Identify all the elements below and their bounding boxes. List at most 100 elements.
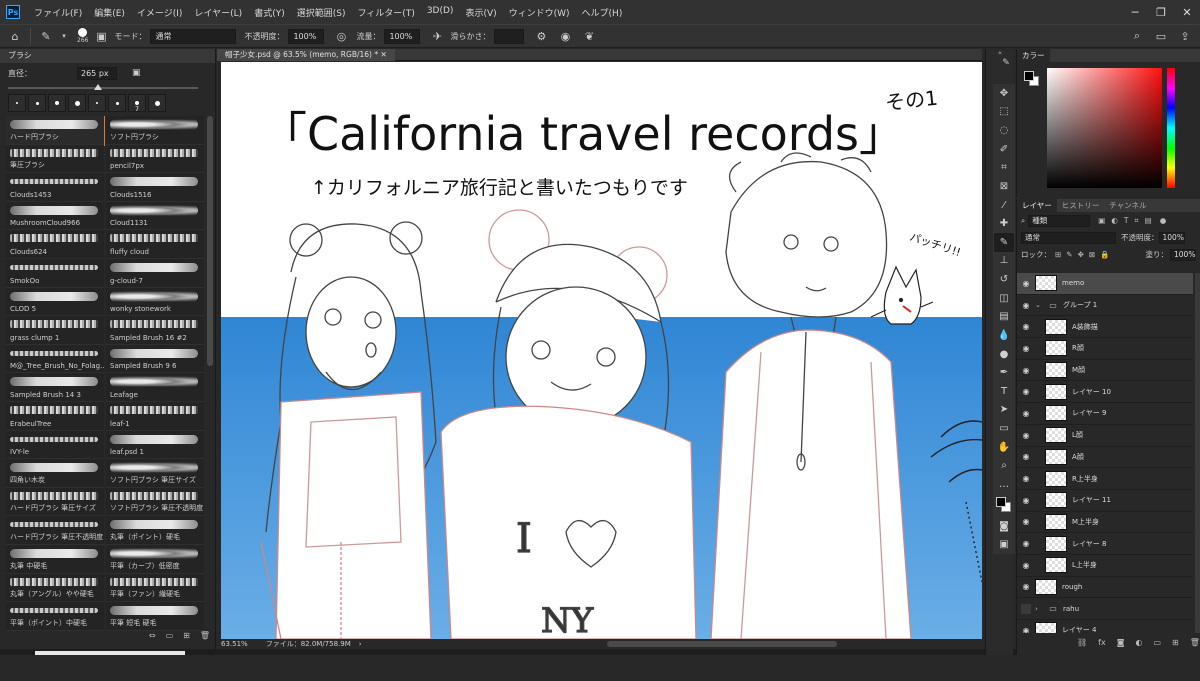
brush-tip-preset[interactable] <box>68 94 86 112</box>
minimize-icon[interactable]: ─ <box>1122 0 1148 24</box>
gradient-tool-icon[interactable]: ▤ <box>994 308 1014 327</box>
visibility-eye-icon[interactable]: ◉ <box>1017 301 1035 310</box>
layer-row[interactable]: ◉ A顔 <box>1017 447 1193 469</box>
layers-panel-tab[interactable]: ヒストリー <box>1057 200 1105 211</box>
hue-slider[interactable] <box>1167 68 1175 188</box>
brush-preset[interactable]: pencil7px <box>106 144 204 174</box>
menu-item[interactable]: イメージ(I) <box>131 6 189 19</box>
airbrush-icon[interactable]: ✈ <box>428 27 446 45</box>
visibility-eye-icon[interactable]: ◉ <box>1017 322 1035 331</box>
fill-field[interactable]: 100% <box>1170 248 1196 261</box>
fx-icon[interactable]: fx <box>1098 638 1106 647</box>
brush-size-slider[interactable] <box>8 84 198 90</box>
layer-list-scrollbar[interactable] <box>1195 273 1200 633</box>
layer-row[interactable]: ◉ A装飾描 <box>1017 316 1193 339</box>
layer-row[interactable]: ◉ ⌄ ▭ グループ 1 <box>1017 295 1193 317</box>
trash-icon[interactable]: 🗑 <box>200 631 210 640</box>
layer-row[interactable]: ◉ レイヤー 11 <box>1017 490 1193 512</box>
brush-preset[interactable]: IVY-le <box>6 430 104 460</box>
gear-icon[interactable]: ⚙ <box>532 27 550 45</box>
brush-preset[interactable]: 平筆（ファン）繊硬毛 <box>106 573 204 603</box>
visibility-eye-icon[interactable]: ◉ <box>1017 582 1035 591</box>
brush-preset[interactable]: 筆圧ブラシ <box>6 144 104 174</box>
adjustment-layer-icon[interactable]: ◐ <box>1135 638 1142 647</box>
new-group-icon[interactable]: ▭ <box>166 631 174 640</box>
workspace-icon[interactable]: ▭ <box>1152 27 1170 45</box>
layer-row[interactable]: ◉ レイヤー 9 <box>1017 403 1193 425</box>
color-swatches-tool[interactable] <box>994 494 1014 517</box>
brush-preset[interactable]: Sampled Brush 16 #2 <box>106 316 204 345</box>
slider-knob[interactable] <box>94 84 102 90</box>
toggle-view-icon[interactable]: ⇔ <box>149 631 156 640</box>
pen-tool-icon[interactable]: ✒ <box>994 363 1014 382</box>
eraser-tool-icon[interactable]: ◫ <box>994 289 1014 308</box>
brush-tip-preset[interactable] <box>108 94 126 112</box>
brush-preset[interactable]: ソフト円ブラシ <box>106 116 204 145</box>
close-tab-icon[interactable]: ✕ <box>381 50 387 59</box>
brush-preset[interactable]: Clouds1453 <box>6 173 104 202</box>
brush-preset[interactable]: ハード円ブラシ 筆圧不透明度 <box>6 516 104 545</box>
brush-list-scrollbar[interactable] <box>207 116 213 366</box>
document-tab[interactable]: 帽子少女.psd @ 63.5% (memo, RGB/16) * ✕ <box>217 49 395 61</box>
filter-icons[interactable]: ▣◐T⌗▤ <box>1098 216 1158 226</box>
crop-tool-icon[interactable]: ⌗ <box>994 159 1014 178</box>
brush-preset[interactable]: Clouds1516 <box>106 173 204 202</box>
new-brush-icon[interactable]: ⊞ <box>183 631 190 640</box>
fg-bg-swatches[interactable] <box>1024 71 1040 87</box>
type-tool-icon[interactable]: T <box>994 382 1014 401</box>
brush-preset[interactable]: 丸筆 中硬毛 <box>6 544 104 574</box>
maximize-icon[interactable]: ❐ <box>1148 0 1174 24</box>
quick-mask-icon[interactable]: ◙ <box>994 517 1014 536</box>
brush-tip-preset[interactable] <box>48 94 66 112</box>
layer-row[interactable]: ◉ L顔 <box>1017 425 1193 447</box>
quick-select-tool-icon[interactable]: ✐ <box>994 140 1014 159</box>
stamp-tool-icon[interactable]: ⊥ <box>994 252 1014 271</box>
brush-preset-picker[interactable]: 266 <box>77 28 88 44</box>
layer-row[interactable]: ◉ レイヤー 10 <box>1017 381 1193 404</box>
marquee-tool-icon[interactable]: ⬚ <box>994 103 1014 122</box>
menu-item[interactable]: ファイル(F) <box>28 6 88 19</box>
brush-preset[interactable]: 丸筆（ポイント）硬毛 <box>106 516 204 545</box>
visibility-eye-icon[interactable]: ◉ <box>1017 387 1035 396</box>
blend-mode-select[interactable]: 通常 <box>1021 231 1116 244</box>
layer-row[interactable]: ◉ M顔 <box>1017 360 1193 382</box>
scrollbar-thumb[interactable] <box>607 641 837 647</box>
layer-row[interactable]: ◉ R上半身 <box>1017 468 1193 490</box>
visibility-eye-icon[interactable]: ◉ <box>1017 344 1035 353</box>
chevron-down-icon[interactable]: ▾ <box>55 27 73 45</box>
menu-item[interactable]: フィルター(T) <box>351 6 420 19</box>
visibility-eye-icon[interactable]: ◉ <box>1017 517 1035 526</box>
pressure-size-icon[interactable]: ◉ <box>556 27 574 45</box>
filter-kind-select[interactable]: 種類 <box>1028 214 1091 227</box>
brush-preset[interactable]: 平筆（カーブ）低密度 <box>106 544 204 574</box>
lasso-tool-icon[interactable]: ◌ <box>994 121 1014 140</box>
brush-preset[interactable]: M@_Tree_Brush_No_Folag... <box>6 344 104 374</box>
brush-preset[interactable]: Sampled Brush 9 6 <box>106 344 204 374</box>
color-picker-field[interactable] <box>1047 68 1162 188</box>
brush-preset[interactable]: g-cloud-7 <box>106 258 204 288</box>
link-layers-icon[interactable]: ⛓ <box>1077 638 1087 647</box>
brush-preset[interactable]: wonky stonework <box>106 287 204 317</box>
layer-row[interactable]: ◉ rough <box>1017 577 1193 599</box>
brush-preset[interactable]: ハード円ブラシ <box>6 116 105 146</box>
smoothing-field[interactable] <box>494 28 525 44</box>
brush-preset[interactable]: ハード円ブラシ 筆圧サイズ <box>6 487 104 517</box>
brush-preset[interactable]: 平筆 短毛 硬毛 <box>106 602 204 631</box>
filter-toggle-icon[interactable]: ● <box>1160 216 1167 225</box>
visibility-eye-icon[interactable]: ◉ <box>1017 452 1035 461</box>
brush-preset[interactable]: CLOD 5 <box>6 287 104 317</box>
brush-settings-icon[interactable]: ▣ <box>92 27 110 45</box>
brush-preset[interactable]: 丸筆（アングル）やや硬毛 <box>6 573 104 603</box>
color-tab[interactable]: カラー <box>1017 49 1050 62</box>
brush-preset[interactable]: ソフト円ブラシ 筆圧サイズ <box>106 459 204 488</box>
frame-tool-icon[interactable]: ⊠ <box>994 177 1014 196</box>
menu-item[interactable]: ウィンドウ(W) <box>503 6 576 19</box>
opacity-field[interactable]: 100% <box>288 28 325 44</box>
zoom-tool-icon[interactable]: ⌕ <box>994 457 1014 476</box>
path-select-tool-icon[interactable]: ➤ <box>994 401 1014 420</box>
trash-icon[interactable]: 🗑 <box>1190 638 1200 647</box>
menu-item[interactable]: ヘルプ(H) <box>576 6 629 19</box>
new-group-icon[interactable]: ▭ <box>1153 638 1161 647</box>
menu-item[interactable]: 選択範囲(S) <box>291 6 352 19</box>
eyedropper-tool-icon[interactable]: ⁄ <box>994 196 1014 215</box>
